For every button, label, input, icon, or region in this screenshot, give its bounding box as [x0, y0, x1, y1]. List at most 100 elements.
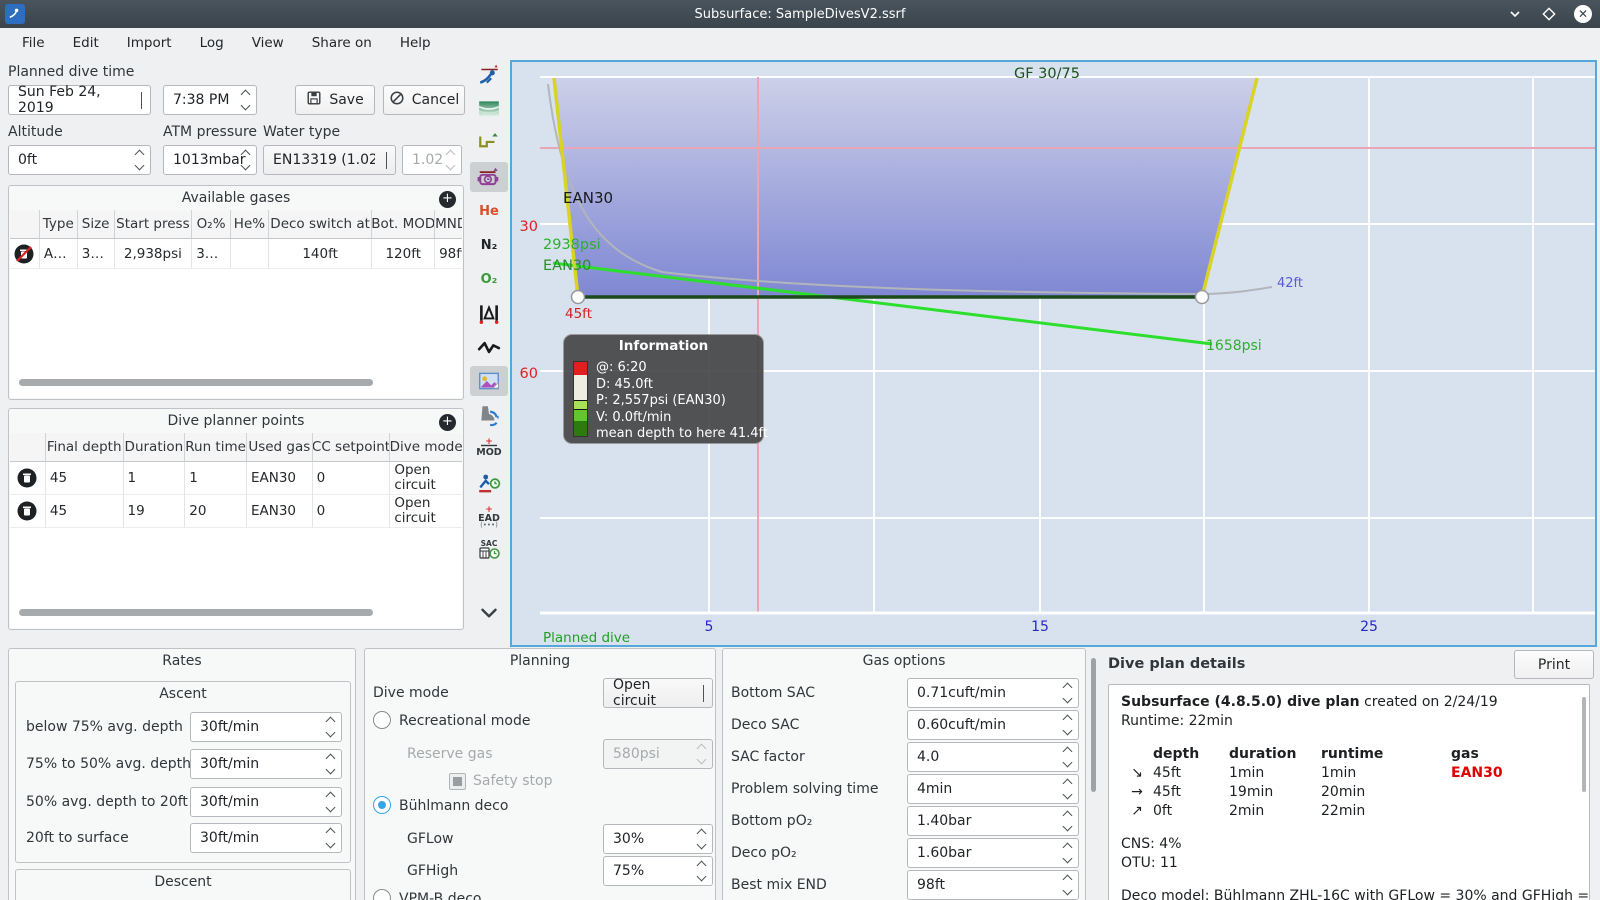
buhlmann-deco-radio[interactable]: [373, 796, 391, 814]
dive-plan-text: Subsurface (4.8.5.0) dive plan created o…: [1108, 684, 1590, 900]
deco-sac-spinner[interactable]: 0.60cuft/min: [907, 710, 1079, 740]
svg-text:SAC: SAC: [481, 539, 498, 548]
menu-file[interactable]: File: [8, 31, 59, 55]
dive-person-icon[interactable]: [470, 60, 508, 90]
toolbar-scroll-down-icon[interactable]: [470, 598, 508, 628]
point-runtime-cell[interactable]: 20: [185, 495, 247, 528]
add-point-button[interactable]: +: [439, 414, 456, 431]
mod-icon[interactable]: + MOD: [470, 434, 508, 464]
point-gas-cell[interactable]: EAN30: [246, 462, 313, 495]
gas-mnd-cell[interactable]: 98ft: [435, 239, 462, 269]
cancel-button[interactable]: Cancel: [383, 85, 465, 115]
point-mode-cell[interactable]: Open circuit: [390, 462, 462, 495]
maximize-icon[interactable]: [1540, 5, 1558, 23]
time-tick-15: 15: [1031, 619, 1049, 635]
menu-import[interactable]: Import: [113, 31, 186, 55]
menu-edit[interactable]: Edit: [59, 31, 113, 55]
rate-spinner-4[interactable]: 30ft/min: [190, 823, 342, 853]
atm-pressure-spinner[interactable]: 1013mbar: [163, 145, 257, 175]
gflow-spinner[interactable]: 30%: [603, 824, 713, 854]
point-remove-icon[interactable]: [16, 467, 38, 489]
menu-log[interactable]: Log: [186, 31, 238, 55]
point-duration-cell[interactable]: 19: [123, 495, 186, 528]
gas-remove-disabled-icon[interactable]: [13, 243, 35, 265]
sac-factor-spinner[interactable]: 4.0: [907, 742, 1079, 772]
rate-spinner-3[interactable]: 30ft/min: [190, 787, 342, 817]
plan-cns: CNS: 4%: [1121, 836, 1182, 852]
problem-solving-time-spinner[interactable]: 4min: [907, 774, 1079, 804]
dive-date-select[interactable]: Sun Feb 24, 2019: [8, 84, 151, 116]
water-type-select[interactable]: EN13319 (1.02k: [263, 145, 396, 175]
gas-type-cell[interactable]: A…: [39, 239, 78, 269]
gas-startpress-cell[interactable]: 2,938psi: [114, 239, 193, 269]
tissue-delta-icon[interactable]: [470, 298, 508, 328]
plan-row-ascent: ↗ 0ft 2min 22min: [1121, 802, 1577, 821]
gas-deco-switch-cell[interactable]: 140ft: [268, 239, 373, 269]
menu-share-on[interactable]: Share on: [298, 31, 386, 55]
menu-help[interactable]: Help: [386, 31, 445, 55]
ead-icon[interactable]: + EAD (•••): [470, 502, 508, 532]
gfhigh-spinner[interactable]: 75%: [603, 856, 713, 886]
dive-mode-select[interactable]: Open circuit: [603, 677, 713, 709]
helium-toggle-icon[interactable]: He: [470, 196, 508, 226]
points-hscrollbar[interactable]: [19, 609, 373, 616]
rates-title: Rates: [162, 653, 202, 669]
profile-line-icon[interactable]: [470, 128, 508, 158]
altitude-spinner[interactable]: 0ft: [8, 145, 151, 175]
vpmb-deco-radio[interactable]: [373, 889, 391, 900]
plan-otu: OTU: 11: [1121, 855, 1178, 871]
close-icon[interactable]: ✕: [1574, 5, 1592, 23]
rate-spinner-2[interactable]: 30ft/min: [190, 749, 342, 779]
sac-calc-icon[interactable]: SAC: [470, 536, 508, 566]
ascent-speed-icon[interactable]: [470, 468, 508, 498]
waypoint-handle-2[interactable]: [1194, 289, 1210, 305]
point-depth-cell[interactable]: 45: [45, 495, 124, 528]
details-vscrollbar[interactable]: [1582, 697, 1586, 792]
point-setpoint-cell[interactable]: 0: [312, 462, 391, 495]
deco-po2-spinner[interactable]: 1.60bar: [907, 838, 1079, 868]
oxygen-toggle-icon[interactable]: O₂: [470, 264, 508, 294]
save-button[interactable]: Save: [295, 85, 375, 115]
start-gas-label: EAN30: [543, 258, 591, 274]
planned-dive-time-label: Planned dive time: [8, 64, 135, 80]
add-gas-button[interactable]: +: [439, 191, 456, 208]
gas-bot-mod-cell[interactable]: 120ft: [372, 239, 436, 269]
cancel-icon: [389, 90, 405, 110]
waypoint-handle-1[interactable]: [570, 289, 586, 305]
plan-deco-model: Deco model: Bühlmann ZHL-16C with GFLow …: [1121, 888, 1590, 900]
point-depth-cell[interactable]: 45: [45, 462, 124, 495]
bottom-vscrollbar[interactable]: [1091, 658, 1096, 792]
point-remove-icon[interactable]: [16, 500, 38, 522]
sac-shoe-icon[interactable]: [470, 400, 508, 430]
ascent-arrow-icon: ↗: [1131, 803, 1143, 819]
nitrogen-toggle-icon[interactable]: N₂: [470, 230, 508, 260]
rate-spinner-1[interactable]: 30ft/min: [190, 712, 342, 742]
descent-title: Descent: [154, 874, 212, 890]
recreational-mode-radio[interactable]: [373, 711, 391, 729]
menu-view[interactable]: View: [238, 31, 298, 55]
minimize-icon[interactable]: [1506, 5, 1524, 23]
depth-gradient-icon[interactable]: [470, 94, 508, 124]
vpmb-deco-label: VPM-B deco: [399, 891, 482, 900]
print-button[interactable]: Print: [1514, 650, 1594, 679]
gas-size-cell[interactable]: 3…: [77, 239, 115, 269]
information-tooltip: Information @: 6:20 D: 45.0ft P: 2,557ps…: [563, 334, 768, 444]
gas-o2-cell[interactable]: 3…: [192, 239, 232, 269]
dive-time-spinner[interactable]: 7:38 PM: [163, 85, 257, 115]
bottom-po2-spinner[interactable]: 1.40bar: [907, 806, 1079, 836]
best-mix-end-spinner[interactable]: 98ft: [907, 870, 1079, 900]
point-setpoint-cell[interactable]: 0: [312, 495, 391, 528]
gas-he-cell[interactable]: [231, 239, 269, 269]
gases-hscrollbar[interactable]: [19, 379, 373, 386]
point-runtime-cell[interactable]: 1: [185, 462, 247, 495]
point-duration-cell[interactable]: 1: [123, 462, 186, 495]
descent-group: Descent: [15, 869, 351, 900]
points-col-gas: Used gas: [246, 433, 313, 462]
heartrate-icon[interactable]: [470, 332, 508, 362]
bottom-sac-spinner[interactable]: 0.71cuft/min: [907, 678, 1079, 708]
photos-icon[interactable]: [470, 366, 508, 396]
point-gas-cell[interactable]: EAN30: [246, 495, 313, 528]
planner-clock-icon[interactable]: [470, 162, 508, 192]
planning-panel: Planning Dive mode Open circuit Recreati…: [364, 648, 716, 900]
point-mode-cell[interactable]: Open circuit: [390, 495, 462, 528]
